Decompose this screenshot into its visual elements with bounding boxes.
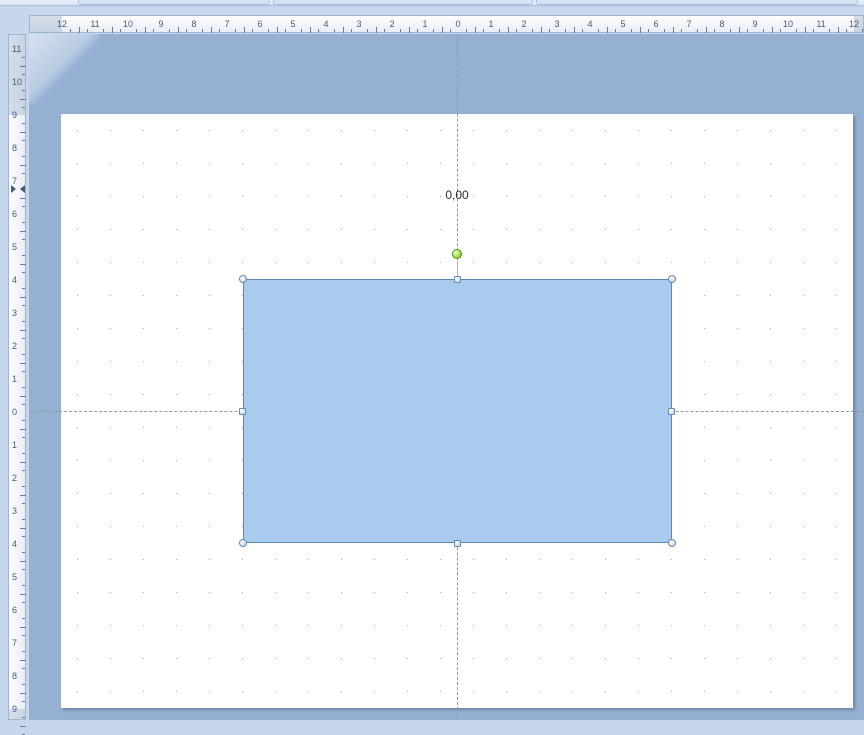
resize-handle-middle-left[interactable] xyxy=(239,408,246,415)
resize-handle-middle-right[interactable] xyxy=(668,408,675,415)
ribbon-group-font[interactable]: Lettertype xyxy=(273,0,533,5)
slide-workspace[interactable]: 0,00 xyxy=(29,34,864,720)
guide-measurement-label: 0,00 xyxy=(445,188,468,202)
ribbon-group-paragraph[interactable]: Alinea xyxy=(536,0,858,5)
resize-handle-top-right[interactable] xyxy=(668,275,676,283)
ribbon-groups-row: Dia's Lettertype Alinea xyxy=(0,0,864,6)
resize-handle-top-middle[interactable] xyxy=(454,276,461,283)
resize-handle-bottom-right[interactable] xyxy=(668,539,676,547)
horizontal-ruler[interactable]: 1211109876543210123456789101112 xyxy=(29,15,864,33)
vertical-ruler[interactable]: 11109876543210123456789 xyxy=(8,34,26,720)
resize-handle-top-left[interactable] xyxy=(239,275,247,283)
ribbon-group-slides[interactable]: Dia's xyxy=(78,0,270,5)
resize-handle-bottom-left[interactable] xyxy=(239,539,247,547)
selected-rectangle-shape[interactable] xyxy=(243,279,672,543)
resize-handle-bottom-middle[interactable] xyxy=(454,540,461,547)
workspace-corner-fold xyxy=(29,34,99,104)
